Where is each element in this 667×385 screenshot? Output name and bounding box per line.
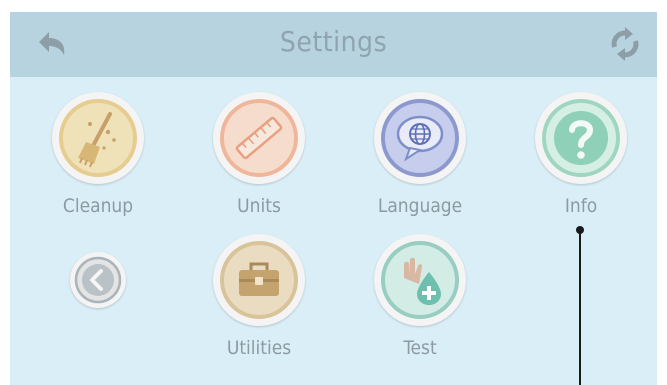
question-icon (542, 99, 620, 177)
test-tile[interactable]: Test (360, 234, 480, 369)
header-bar: Settings (10, 12, 657, 77)
units-button[interactable] (213, 92, 305, 184)
callout-line (579, 230, 581, 385)
chevron-left-icon (74, 256, 122, 304)
broom-icon (59, 99, 137, 177)
test-button[interactable] (374, 234, 466, 326)
ruler-icon (220, 99, 298, 177)
info-button[interactable] (535, 92, 627, 184)
refresh-button[interactable] (607, 27, 643, 61)
cleanup-label: Cleanup (62, 195, 134, 217)
units-tile[interactable]: Units (199, 92, 319, 227)
cleanup-tile[interactable]: Cleanup (38, 92, 158, 227)
utilities-tile[interactable]: Utilities (199, 234, 319, 369)
refresh-icon (611, 27, 639, 61)
prev-page-tile[interactable] (38, 236, 158, 328)
info-tile[interactable]: Info (521, 92, 641, 227)
cleanup-button[interactable] (52, 92, 144, 184)
language-tile[interactable]: Language (360, 92, 480, 227)
callout-dot (576, 226, 584, 234)
info-label: Info (564, 195, 598, 217)
test-label: Test (403, 337, 437, 359)
units-label: Units (237, 195, 281, 217)
page-title: Settings (279, 25, 388, 58)
utilities-button[interactable] (213, 234, 305, 326)
settings-screen: Settings Cleanup Units Language Info Uti… (10, 12, 657, 385)
utilities-label: Utilities (226, 337, 292, 359)
hand-sanitizer-icon (381, 241, 459, 319)
prev-page-button[interactable] (70, 252, 126, 308)
globe-speech-icon (381, 99, 459, 177)
toolbox-icon (220, 241, 298, 319)
language-button[interactable] (374, 92, 466, 184)
language-label: Language (377, 195, 463, 217)
